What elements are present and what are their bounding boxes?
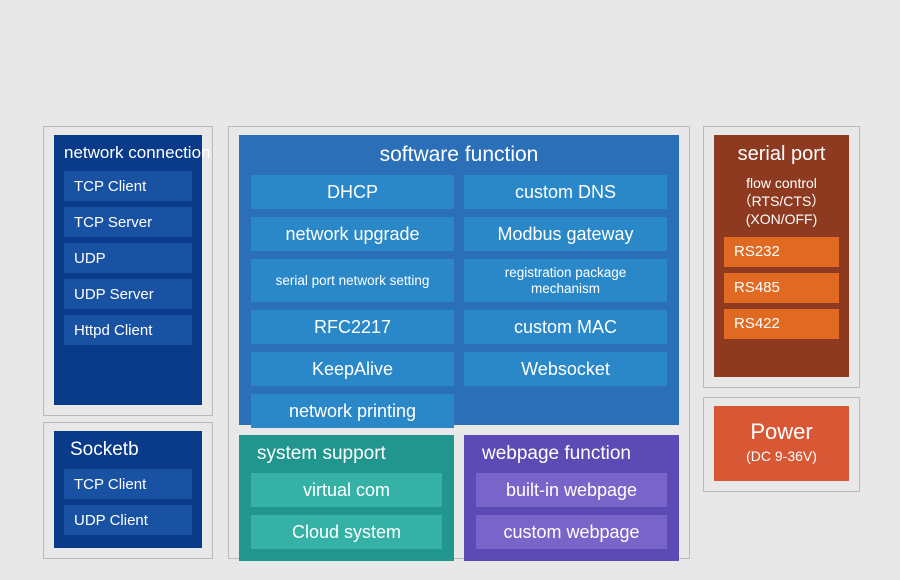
list-item: UDP — [64, 243, 192, 273]
panel-network-connection-inner: network connection TCP Client TCP Server… — [54, 135, 202, 405]
list-item: RS232 — [724, 237, 839, 267]
panel-webpage-function: webpage function built-in webpage custom… — [464, 435, 679, 561]
serial-port-title: serial port — [724, 143, 839, 166]
list-item: built-in webpage — [476, 473, 667, 507]
list-item: DHCP — [251, 175, 454, 209]
list-item: KeepAlive — [251, 352, 454, 386]
list-item: custom MAC — [464, 310, 667, 344]
panel-system-support: system support virtual com Cloud system — [239, 435, 454, 561]
list-item: Websocket — [464, 352, 667, 386]
list-item: RS422 — [724, 309, 839, 339]
list-item: UDP Client — [64, 505, 192, 535]
webpage-function-title: webpage function — [476, 443, 667, 465]
panel-socketb-inner: Socketb TCP Client UDP Client — [54, 431, 202, 548]
list-item: RFC2217 — [251, 310, 454, 344]
list-item: network upgrade — [251, 217, 454, 251]
list-item: TCP Server — [64, 207, 192, 237]
socketb-title: Socketb — [64, 439, 192, 461]
network-connection-title: network connection — [64, 143, 192, 163]
center-lower-row: system support virtual com Cloud system … — [239, 435, 679, 561]
power-subtitle: (DC 9-36V) — [746, 447, 817, 465]
panel-serial-port: serial port flow control（RTS/CTS）(XON/OF… — [703, 126, 860, 388]
list-item: custom webpage — [476, 515, 667, 549]
panel-power: Power (DC 9-36V) — [703, 397, 860, 492]
list-item: registration package mechanism — [464, 259, 667, 302]
panel-software-function: software function DHCP custom DNS networ… — [239, 135, 679, 425]
system-support-title: system support — [251, 443, 442, 465]
list-item: Modbus gateway — [464, 217, 667, 251]
list-item: serial port network setting — [251, 259, 454, 302]
panel-serial-port-inner: serial port flow control（RTS/CTS）(XON/OF… — [714, 135, 849, 377]
list-item: virtual com — [251, 473, 442, 507]
software-function-grid: DHCP custom DNS network upgrade Modbus g… — [251, 175, 667, 436]
panel-center: software function DHCP custom DNS networ… — [228, 126, 690, 559]
panel-power-inner: Power (DC 9-36V) — [714, 406, 849, 481]
serial-port-subtitle: flow control（RTS/CTS）(XON/OFF) — [724, 174, 839, 229]
panel-network-connection: network connection TCP Client TCP Server… — [43, 126, 213, 416]
list-item: custom DNS — [464, 175, 667, 209]
list-item: UDP Server — [64, 279, 192, 309]
list-item: Cloud system — [251, 515, 442, 549]
diagram-canvas: network connection TCP Client TCP Server… — [0, 0, 900, 580]
software-function-title: software function — [251, 143, 667, 167]
list-item: TCP Client — [64, 469, 192, 499]
panel-socketb: Socketb TCP Client UDP Client — [43, 422, 213, 559]
list-item: RS485 — [724, 273, 839, 303]
power-title: Power — [750, 419, 812, 445]
list-item: network printing — [251, 394, 454, 428]
list-item: TCP Client — [64, 171, 192, 201]
list-item: Httpd Client — [64, 315, 192, 345]
